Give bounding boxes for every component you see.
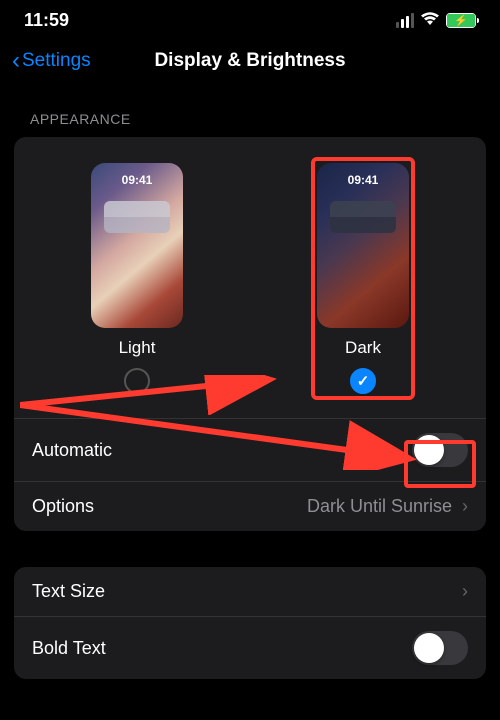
battery-icon: ⚡ (446, 13, 476, 28)
light-preview: 09:41 (91, 163, 183, 328)
check-icon: ✓ (357, 372, 370, 390)
page-title: Display & Brightness (154, 50, 345, 72)
status-bar: 11:59 ⚡ (0, 0, 500, 39)
light-label: Light (119, 338, 156, 358)
dark-radio[interactable]: ✓ (350, 368, 376, 394)
text-card: Text Size › Bold Text (14, 567, 486, 679)
appearance-card: 09:41 Light 09:41 Dark ✓ Automatic Optio… (14, 137, 486, 531)
options-label: Options (32, 496, 94, 517)
automatic-label: Automatic (32, 440, 112, 461)
cellular-icon (396, 13, 415, 28)
dark-label: Dark (345, 338, 381, 358)
light-radio[interactable] (124, 368, 150, 394)
bold-text-toggle[interactable] (412, 631, 468, 665)
bold-text-row: Bold Text (14, 616, 486, 679)
status-indicators: ⚡ (396, 12, 477, 30)
status-time: 11:59 (24, 10, 69, 31)
options-row[interactable]: Options Dark Until Sunrise › (14, 481, 486, 531)
dark-preview: 09:41 (317, 163, 409, 328)
theme-dark[interactable]: 09:41 Dark ✓ (311, 157, 415, 400)
bold-text-label: Bold Text (32, 638, 106, 659)
theme-selector: 09:41 Light 09:41 Dark ✓ (14, 137, 486, 418)
text-size-label: Text Size (32, 581, 105, 602)
nav-bar: ‹ Settings Display & Brightness (0, 39, 500, 87)
chevron-right-icon: › (462, 496, 468, 517)
back-label: Settings (22, 50, 91, 72)
chevron-right-icon: › (462, 581, 468, 602)
automatic-toggle[interactable] (412, 433, 468, 467)
theme-light[interactable]: 09:41 Light (85, 157, 189, 400)
appearance-header: APPEARANCE (0, 87, 500, 137)
chevron-left-icon: ‹ (12, 49, 20, 73)
back-button[interactable]: ‹ Settings (12, 49, 91, 73)
text-size-row[interactable]: Text Size › (14, 567, 486, 616)
options-value: Dark Until Sunrise (307, 496, 452, 517)
automatic-row: Automatic (14, 418, 486, 481)
wifi-icon (420, 12, 440, 30)
